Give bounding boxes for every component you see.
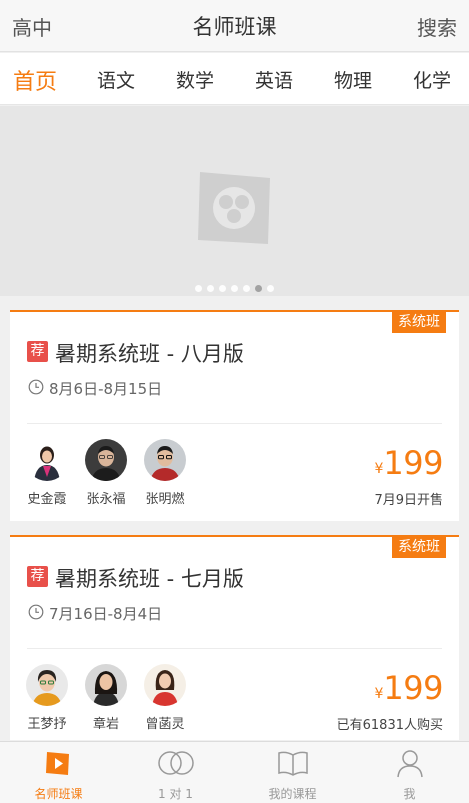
teacher-avatar	[26, 664, 68, 706]
price-value: 199	[383, 444, 443, 482]
teacher[interactable]: 张永福	[78, 439, 134, 507]
course-title: 暑期系统班 - 七月版	[55, 567, 244, 591]
carousel-dot[interactable]	[207, 285, 214, 292]
price-value: 199	[383, 669, 443, 707]
tab-chinese[interactable]: 语文	[97, 66, 135, 93]
teacher-name: 曾菡灵	[145, 717, 185, 732]
teacher-name: 王梦抒	[27, 717, 67, 732]
teacher[interactable]: 曾菡灵	[137, 664, 193, 732]
page-title: 名师班课	[192, 15, 277, 39]
tab-physics[interactable]: 物理	[334, 66, 372, 93]
teacher[interactable]: 王梦抒	[19, 664, 75, 732]
tab-home[interactable]: 首页	[13, 64, 57, 96]
teacher-name: 张明燃	[145, 492, 185, 507]
course-price: ¥199	[375, 669, 444, 707]
person-icon	[396, 750, 423, 778]
recommend-badge: 荐	[27, 566, 48, 587]
carousel-dot[interactable]	[219, 285, 226, 292]
nav-label: 1 对 1	[158, 787, 193, 801]
nav-item-courses[interactable]: 名师班课	[0, 742, 117, 803]
carousel-dot[interactable]	[267, 285, 274, 292]
course-card[interactable]: 系统班 荐 暑期系统班 - 七月版 7月16日-8月4日 王梦抒 章岩 曾菡灵 …	[10, 535, 459, 740]
teacher-name: 章岩	[92, 717, 119, 732]
rings-icon	[157, 751, 194, 775]
course-date: 7月16日-8月4日	[49, 605, 163, 623]
teacher[interactable]: 章岩	[78, 664, 134, 732]
carousel-dot[interactable]	[243, 285, 250, 292]
play-icon	[45, 752, 69, 775]
course-type-badge: 系统班	[392, 537, 446, 558]
book-icon	[277, 751, 308, 776]
carousel-dot-active[interactable]	[255, 285, 262, 292]
teacher[interactable]: 张明燃	[137, 439, 193, 507]
course-date: 8月6日-8月15日	[49, 380, 163, 398]
course-card[interactable]: 系统班 荐 暑期系统班 - 八月版 8月6日-8月15日 史金霞 张永福 张明燃…	[10, 310, 459, 521]
nav-label: 名师班课	[34, 787, 83, 801]
banner-carousel[interactable]	[0, 106, 469, 296]
carousel-dot[interactable]	[231, 285, 238, 292]
carousel-indicator	[0, 277, 469, 292]
teacher-name: 张永福	[86, 492, 126, 507]
tab-math[interactable]: 数学	[176, 66, 214, 93]
sale-status: 7月9日开售	[374, 493, 443, 508]
nav-label: 我	[403, 787, 416, 801]
search-button[interactable]: 搜索	[417, 12, 457, 41]
placeholder-logo-icon	[198, 172, 270, 244]
bottom-nav: 名师班课 1 对 1 我的课程 我	[0, 741, 469, 803]
carousel-dot[interactable]	[195, 285, 202, 292]
grade-selector[interactable]: 高中	[12, 12, 52, 41]
teacher-name: 史金霞	[27, 492, 67, 507]
teacher-avatar	[26, 439, 68, 481]
course-price: ¥199	[375, 444, 444, 482]
clock-icon	[28, 604, 44, 620]
clock-icon	[28, 379, 44, 395]
teacher-avatar	[85, 664, 127, 706]
teacher-avatar	[144, 439, 186, 481]
nav-label: 我的课程	[268, 787, 317, 801]
recommend-badge: 荐	[27, 341, 48, 362]
tab-chemistry[interactable]: 化学	[413, 66, 451, 93]
divider	[27, 648, 442, 649]
tab-english[interactable]: 英语	[255, 66, 293, 93]
course-type-badge: 系统班	[392, 312, 446, 333]
nav-item-one-on-one[interactable]: 1 对 1	[117, 742, 234, 803]
divider	[27, 423, 442, 424]
teacher[interactable]: 史金霞	[19, 439, 75, 507]
teacher-avatar	[85, 439, 127, 481]
teacher-avatar	[144, 664, 186, 706]
nav-item-me[interactable]: 我	[351, 742, 468, 803]
top-bar: 高中 名师班课 搜索	[0, 0, 469, 52]
subject-tabs: 首页 语文 数学 英语 物理 化学	[0, 53, 469, 105]
nav-item-my-courses[interactable]: 我的课程	[234, 742, 351, 803]
purchase-count: 已有61831人购买	[336, 718, 443, 733]
course-title: 暑期系统班 - 八月版	[55, 342, 244, 366]
